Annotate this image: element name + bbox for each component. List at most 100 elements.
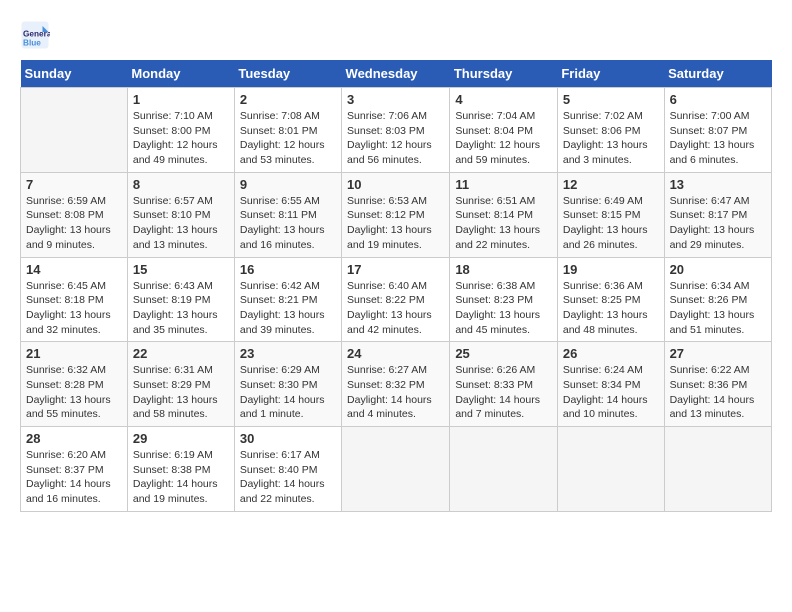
day-info: Sunrise: 6:26 AM Sunset: 8:33 PM Dayligh… <box>455 363 552 422</box>
day-info: Sunrise: 6:55 AM Sunset: 8:11 PM Dayligh… <box>240 194 336 253</box>
calendar-cell <box>664 427 771 512</box>
day-number: 21 <box>26 346 122 361</box>
calendar-week-5: 28Sunrise: 6:20 AM Sunset: 8:37 PM Dayli… <box>21 427 772 512</box>
day-info: Sunrise: 7:04 AM Sunset: 8:04 PM Dayligh… <box>455 109 552 168</box>
day-number: 1 <box>133 92 229 107</box>
day-number: 10 <box>347 177 444 192</box>
page-header: General Blue <box>20 20 772 50</box>
day-info: Sunrise: 6:38 AM Sunset: 8:23 PM Dayligh… <box>455 279 552 338</box>
day-of-week-wednesday: Wednesday <box>342 60 450 88</box>
day-number: 29 <box>133 431 229 446</box>
day-of-week-tuesday: Tuesday <box>234 60 341 88</box>
calendar-cell: 7 Sunrise: 6:59 AM Sunset: 8:08 PM Daylig… <box>21 172 128 257</box>
day-info: Sunrise: 7:00 AM Sunset: 8:07 PM Dayligh… <box>670 109 766 168</box>
day-number: 2 <box>240 92 336 107</box>
day-info: Sunrise: 6:34 AM Sunset: 8:26 PM Dayligh… <box>670 279 766 338</box>
day-of-week-friday: Friday <box>557 60 664 88</box>
calendar-cell: 9Sunrise: 6:55 AM Sunset: 8:11 PM Daylig… <box>234 172 341 257</box>
day-info: Sunrise: 7:02 AM Sunset: 8:06 PM Dayligh… <box>563 109 659 168</box>
day-info: Sunrise: 6:29 AM Sunset: 8:30 PM Dayligh… <box>240 363 336 422</box>
day-number: 26 <box>563 346 659 361</box>
calendar-cell: 29 Sunrise: 6:19 AM Sunset: 8:38 PM Dayli… <box>127 427 234 512</box>
calendar-cell: 24 Sunrise: 6:27 AM Sunset: 8:32 PM Dayli… <box>342 342 450 427</box>
day-info: Sunrise: 6:27 AM Sunset: 8:32 PM Dayligh… <box>347 363 444 422</box>
calendar-cell <box>21 88 128 173</box>
calendar-cell: 8 Sunrise: 6:57 AM Sunset: 8:10 PM Daylig… <box>127 172 234 257</box>
calendar-cell <box>557 427 664 512</box>
day-of-week-sunday: Sunday <box>21 60 128 88</box>
calendar-cell: 6 Sunrise: 7:00 AM Sunset: 8:07 PM Daylig… <box>664 88 771 173</box>
calendar-cell <box>342 427 450 512</box>
day-info: Sunrise: 6:42 AM Sunset: 8:21 PM Dayligh… <box>240 279 336 338</box>
day-number: 8 <box>133 177 229 192</box>
svg-text:Blue: Blue <box>23 39 41 48</box>
day-info: Sunrise: 6:43 AM Sunset: 8:19 PM Dayligh… <box>133 279 229 338</box>
day-info: Sunrise: 6:49 AM Sunset: 8:15 PM Dayligh… <box>563 194 659 253</box>
calendar-cell: 20 Sunrise: 6:34 AM Sunset: 8:26 PM Dayli… <box>664 257 771 342</box>
day-number: 13 <box>670 177 766 192</box>
day-info: Sunrise: 6:22 AM Sunset: 8:36 PM Dayligh… <box>670 363 766 422</box>
calendar-cell: 23 Sunrise: 6:29 AM Sunset: 8:30 PM Dayli… <box>234 342 341 427</box>
calendar-cell: 18 Sunrise: 6:38 AM Sunset: 8:23 PM Dayli… <box>450 257 558 342</box>
day-info: Sunrise: 6:24 AM Sunset: 8:34 PM Dayligh… <box>563 363 659 422</box>
calendar-cell: 4Sunrise: 7:04 AM Sunset: 8:04 PM Daylig… <box>450 88 558 173</box>
day-info: Sunrise: 6:19 AM Sunset: 8:38 PM Dayligh… <box>133 448 229 507</box>
day-info: Sunrise: 7:06 AM Sunset: 8:03 PM Dayligh… <box>347 109 444 168</box>
day-number: 18 <box>455 262 552 277</box>
calendar-cell: 13 Sunrise: 6:47 AM Sunset: 8:17 PM Dayli… <box>664 172 771 257</box>
day-info: Sunrise: 6:47 AM Sunset: 8:17 PM Dayligh… <box>670 194 766 253</box>
calendar-table: SundayMondayTuesdayWednesdayThursdayFrid… <box>20 60 772 512</box>
day-number: 15 <box>133 262 229 277</box>
day-number: 14 <box>26 262 122 277</box>
calendar-cell: 12 Sunrise: 6:49 AM Sunset: 8:15 PM Dayli… <box>557 172 664 257</box>
calendar-cell <box>450 427 558 512</box>
calendar-cell: 25 Sunrise: 6:26 AM Sunset: 8:33 PM Dayli… <box>450 342 558 427</box>
calendar-cell: 1 Sunrise: 7:10 AM Sunset: 8:00 PM Daylig… <box>127 88 234 173</box>
calendar-cell: 19Sunrise: 6:36 AM Sunset: 8:25 PM Dayli… <box>557 257 664 342</box>
day-of-week-monday: Monday <box>127 60 234 88</box>
day-number: 16 <box>240 262 336 277</box>
day-number: 20 <box>670 262 766 277</box>
day-info: Sunrise: 6:59 AM Sunset: 8:08 PM Dayligh… <box>26 194 122 253</box>
calendar-cell: 27 Sunrise: 6:22 AM Sunset: 8:36 PM Dayli… <box>664 342 771 427</box>
day-info: Sunrise: 6:20 AM Sunset: 8:37 PM Dayligh… <box>26 448 122 507</box>
day-info: Sunrise: 6:51 AM Sunset: 8:14 PM Dayligh… <box>455 194 552 253</box>
calendar-cell: 3Sunrise: 7:06 AM Sunset: 8:03 PM Daylig… <box>342 88 450 173</box>
logo-icon: General Blue <box>20 20 50 50</box>
calendar-cell: 26 Sunrise: 6:24 AM Sunset: 8:34 PM Dayli… <box>557 342 664 427</box>
calendar-cell: 16 Sunrise: 6:42 AM Sunset: 8:21 PM Dayli… <box>234 257 341 342</box>
day-number: 7 <box>26 177 122 192</box>
day-number: 25 <box>455 346 552 361</box>
day-info: Sunrise: 6:31 AM Sunset: 8:29 PM Dayligh… <box>133 363 229 422</box>
calendar-cell: 5 Sunrise: 7:02 AM Sunset: 8:06 PM Daylig… <box>557 88 664 173</box>
day-info: Sunrise: 6:45 AM Sunset: 8:18 PM Dayligh… <box>26 279 122 338</box>
day-of-week-saturday: Saturday <box>664 60 771 88</box>
day-number: 23 <box>240 346 336 361</box>
calendar-cell: 2 Sunrise: 7:08 AM Sunset: 8:01 PM Daylig… <box>234 88 341 173</box>
day-of-week-thursday: Thursday <box>450 60 558 88</box>
day-info: Sunrise: 6:17 AM Sunset: 8:40 PM Dayligh… <box>240 448 336 507</box>
day-info: Sunrise: 6:57 AM Sunset: 8:10 PM Dayligh… <box>133 194 229 253</box>
day-info: Sunrise: 6:36 AM Sunset: 8:25 PM Dayligh… <box>563 279 659 338</box>
calendar-cell: 14 Sunrise: 6:45 AM Sunset: 8:18 PM Dayli… <box>21 257 128 342</box>
calendar-week-1: 1 Sunrise: 7:10 AM Sunset: 8:00 PM Daylig… <box>21 88 772 173</box>
day-number: 12 <box>563 177 659 192</box>
calendar-cell: 11 Sunrise: 6:51 AM Sunset: 8:14 PM Dayli… <box>450 172 558 257</box>
day-number: 5 <box>563 92 659 107</box>
calendar-week-2: 7 Sunrise: 6:59 AM Sunset: 8:08 PM Daylig… <box>21 172 772 257</box>
day-number: 11 <box>455 177 552 192</box>
calendar-week-4: 21 Sunrise: 6:32 AM Sunset: 8:28 PM Dayli… <box>21 342 772 427</box>
day-info: Sunrise: 6:40 AM Sunset: 8:22 PM Dayligh… <box>347 279 444 338</box>
calendar-cell: 21 Sunrise: 6:32 AM Sunset: 8:28 PM Dayli… <box>21 342 128 427</box>
calendar-week-3: 14 Sunrise: 6:45 AM Sunset: 8:18 PM Dayli… <box>21 257 772 342</box>
day-number: 6 <box>670 92 766 107</box>
day-number: 22 <box>133 346 229 361</box>
day-number: 30 <box>240 431 336 446</box>
calendar-cell: 28Sunrise: 6:20 AM Sunset: 8:37 PM Dayli… <box>21 427 128 512</box>
day-info: Sunrise: 7:08 AM Sunset: 8:01 PM Dayligh… <box>240 109 336 168</box>
day-number: 17 <box>347 262 444 277</box>
day-number: 24 <box>347 346 444 361</box>
day-info: Sunrise: 7:10 AM Sunset: 8:00 PM Dayligh… <box>133 109 229 168</box>
day-info: Sunrise: 6:32 AM Sunset: 8:28 PM Dayligh… <box>26 363 122 422</box>
day-number: 27 <box>670 346 766 361</box>
